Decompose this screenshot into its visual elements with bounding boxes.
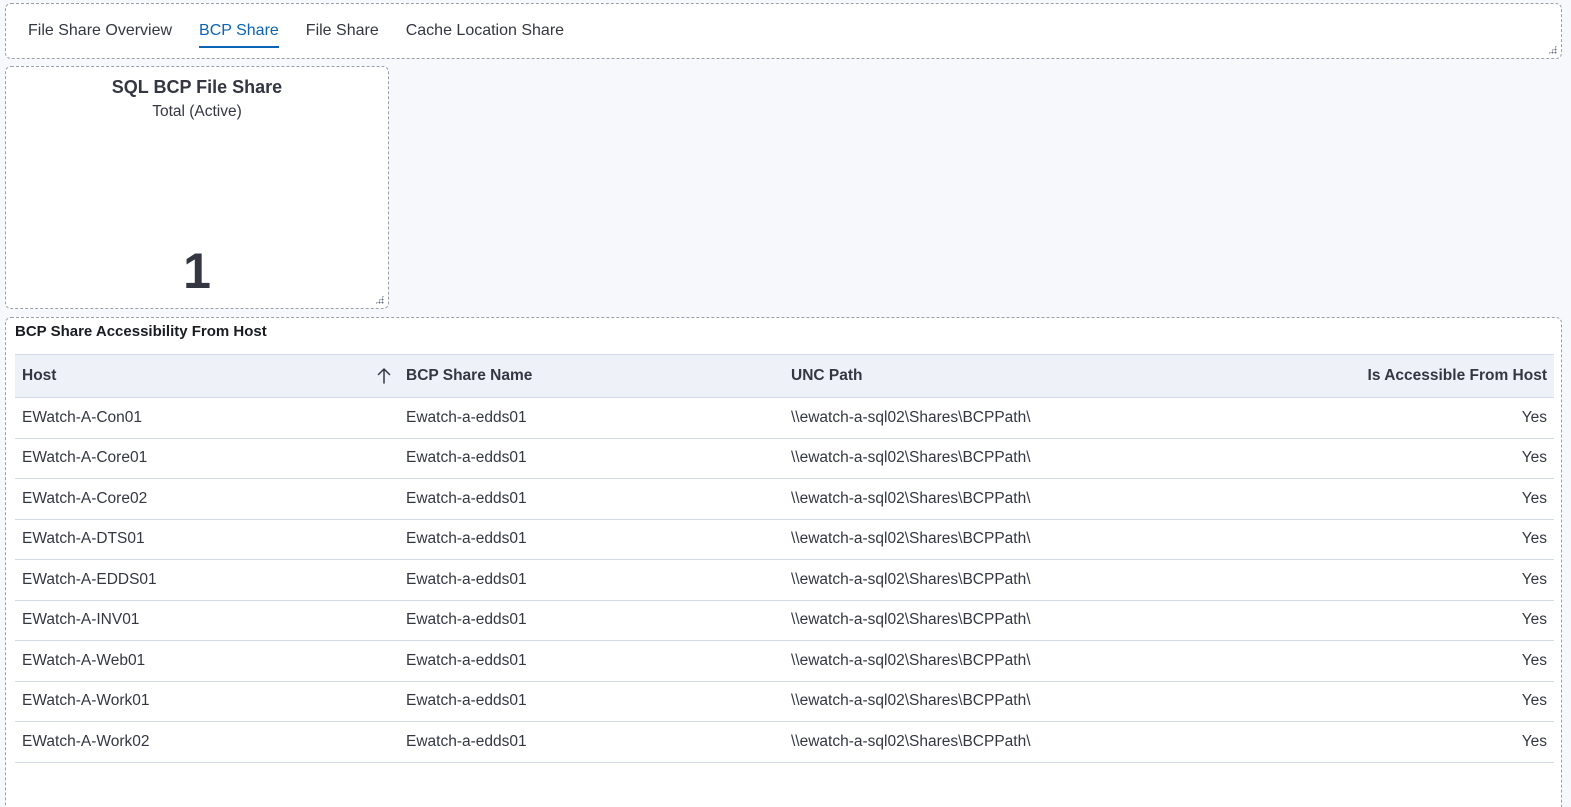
cell-is-accessible: Yes — [1168, 397, 1554, 439]
table-row: EWatch-A-EDDS01 Ewatch-a-edds01 \\ewatch… — [15, 559, 1554, 601]
cell-unc-path: \\ewatch-a-sql02\Shares\BCPPath\ — [784, 559, 1168, 601]
cell-host: EWatch-A-Work01 — [15, 681, 399, 722]
cell-bcp-share-name: Ewatch-a-edds01 — [399, 600, 784, 641]
metric-subtitle: Total (Active) — [152, 103, 242, 120]
column-header-is-accessible[interactable]: Is Accessible From Host — [1168, 354, 1554, 398]
table-row: EWatch-A-Work02 Ewatch-a-edds01 \\ewatch… — [15, 721, 1554, 763]
column-header-bcp-share-name[interactable]: BCP Share Name — [399, 354, 784, 398]
cell-is-accessible: Yes — [1168, 559, 1554, 601]
cell-host: EWatch-A-DTS01 — [15, 519, 399, 560]
column-header-label: Host — [22, 367, 57, 384]
tab-file-share-overview[interactable]: File Share Overview — [28, 4, 172, 60]
arrow-up-icon[interactable] — [376, 367, 392, 385]
metric-value: 1 — [183, 243, 211, 299]
column-header-unc-path[interactable]: UNC Path — [784, 354, 1168, 398]
table-row: EWatch-A-INV01 Ewatch-a-edds01 \\ewatch-… — [15, 600, 1554, 641]
tab-cache-location-share[interactable]: Cache Location Share — [406, 4, 564, 60]
cell-unc-path: \\ewatch-a-sql02\Shares\BCPPath\ — [784, 640, 1168, 682]
cell-unc-path: \\ewatch-a-sql02\Shares\BCPPath\ — [784, 478, 1168, 520]
cell-is-accessible: Yes — [1168, 478, 1554, 520]
table-title: BCP Share Accessibility From Host — [15, 323, 267, 340]
cell-unc-path: \\ewatch-a-sql02\Shares\BCPPath\ — [784, 397, 1168, 439]
cell-unc-path: \\ewatch-a-sql02\Shares\BCPPath\ — [784, 519, 1168, 560]
resize-handle-icon[interactable] — [1548, 45, 1557, 54]
cell-is-accessible: Yes — [1168, 438, 1554, 479]
tab-bcp-share[interactable]: BCP Share — [199, 4, 279, 60]
table-row: EWatch-A-Core01 Ewatch-a-edds01 \\ewatch… — [15, 438, 1554, 479]
cell-is-accessible: Yes — [1168, 600, 1554, 641]
cell-host: EWatch-A-EDDS01 — [15, 559, 399, 601]
cell-bcp-share-name: Ewatch-a-edds01 — [399, 559, 784, 601]
cell-host: EWatch-A-Core01 — [15, 438, 399, 479]
table-row: EWatch-A-Core02 Ewatch-a-edds01 \\ewatch… — [15, 478, 1554, 520]
bcp-share-table: Host BCP Share Name UNC Path Is Accessib… — [15, 354, 1554, 763]
column-header-host[interactable]: Host — [15, 354, 399, 398]
cell-host: EWatch-A-INV01 — [15, 600, 399, 641]
table-row: EWatch-A-DTS01 Ewatch-a-edds01 \\ewatch-… — [15, 519, 1554, 560]
cell-bcp-share-name: Ewatch-a-edds01 — [399, 640, 784, 682]
cell-bcp-share-name: Ewatch-a-edds01 — [399, 721, 784, 763]
cell-bcp-share-name: Ewatch-a-edds01 — [399, 397, 784, 439]
metric-title: SQL BCP File Share — [111, 77, 283, 97]
cell-unc-path: \\ewatch-a-sql02\Shares\BCPPath\ — [784, 721, 1168, 763]
cell-bcp-share-name: Ewatch-a-edds01 — [399, 438, 784, 479]
cell-bcp-share-name: Ewatch-a-edds01 — [399, 681, 784, 722]
table-row: EWatch-A-Con01 Ewatch-a-edds01 \\ewatch-… — [15, 397, 1554, 439]
cell-bcp-share-name: Ewatch-a-edds01 — [399, 478, 784, 520]
cell-bcp-share-name: Ewatch-a-edds01 — [399, 519, 784, 560]
cell-is-accessible: Yes — [1168, 519, 1554, 560]
table-header-row: Host BCP Share Name UNC Path Is Accessib… — [15, 354, 1554, 398]
cell-host: EWatch-A-Web01 — [15, 640, 399, 682]
table-body: EWatch-A-Con01 Ewatch-a-edds01 \\ewatch-… — [15, 397, 1554, 763]
table-row: EWatch-A-Web01 Ewatch-a-edds01 \\ewatch-… — [15, 640, 1554, 682]
cell-is-accessible: Yes — [1168, 721, 1554, 763]
cell-is-accessible: Yes — [1168, 681, 1554, 722]
cell-unc-path: \\ewatch-a-sql02\Shares\BCPPath\ — [784, 438, 1168, 479]
cell-unc-path: \\ewatch-a-sql02\Shares\BCPPath\ — [784, 600, 1168, 641]
cell-host: EWatch-A-Con01 — [15, 397, 399, 439]
cell-host: EWatch-A-Core02 — [15, 478, 399, 520]
cell-unc-path: \\ewatch-a-sql02\Shares\BCPPath\ — [784, 681, 1168, 722]
table-panel: BCP Share Accessibility From Host Host B… — [5, 317, 1562, 807]
cell-is-accessible: Yes — [1168, 640, 1554, 682]
table-row: EWatch-A-Work01 Ewatch-a-edds01 \\ewatch… — [15, 681, 1554, 722]
cell-host: EWatch-A-Work02 — [15, 721, 399, 763]
tab-bar: File Share Overview BCP Share File Share… — [28, 4, 564, 60]
tab-file-share[interactable]: File Share — [306, 4, 379, 60]
tabs-panel: File Share Overview BCP Share File Share… — [5, 3, 1562, 59]
metric-panel: SQL BCP File Share Total (Active) 1 — [5, 66, 389, 309]
